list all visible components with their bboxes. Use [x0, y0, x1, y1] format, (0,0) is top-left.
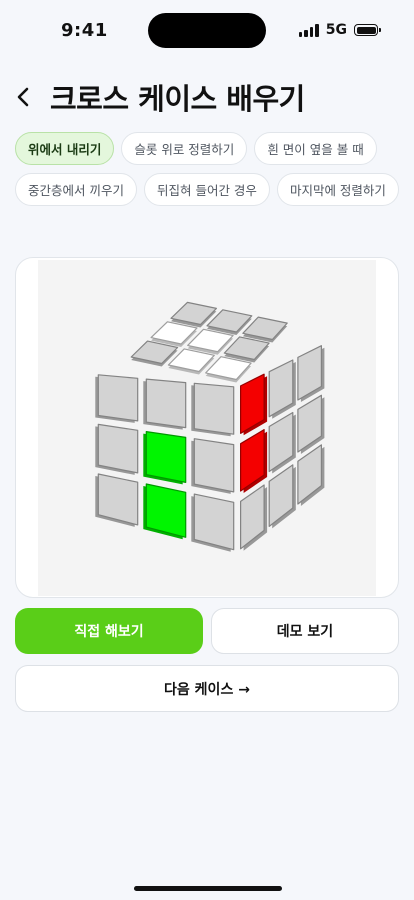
home-indicator [134, 886, 282, 891]
cube-sticker-right-gray [268, 411, 294, 473]
header: 크로스 케이스 배우기 [16, 76, 305, 118]
status-bar: 9:41 5G [0, 0, 414, 62]
network-label: 5G [325, 22, 347, 38]
page-title: 크로스 케이스 배우기 [50, 82, 305, 116]
signal-icon [298, 23, 319, 37]
chip-final-align[interactable]: 마지막에 정렬하기 [276, 173, 399, 206]
chip-align-slot[interactable]: 슬롯 위로 정렬하기 [121, 132, 248, 165]
cube-sticker-right-gray [240, 484, 265, 550]
chip-flipped[interactable]: 뒤집혀 들어간 경우 [143, 173, 270, 206]
cube-card [15, 257, 399, 598]
cube-sticker-right-red [240, 429, 265, 492]
cube-sticker-left-gray [97, 374, 139, 422]
try-it-button[interactable]: 직접 해보기 [15, 608, 203, 654]
chevron-left-icon [17, 87, 29, 107]
cube-sticker-left-gray [145, 378, 187, 429]
battery-icon [354, 24, 381, 36]
cube-sticker-right-gray [297, 444, 322, 505]
cube-sticker-left-gray [193, 493, 235, 551]
cube-sticker-left-gray [193, 438, 235, 493]
rubiks-cube[interactable] [38, 260, 376, 596]
cube-sticker-left-green [145, 431, 187, 483]
back-button[interactable] [16, 77, 38, 117]
next-case-button[interactable]: 다음 케이스 → [15, 665, 399, 712]
cube-sticker-right-gray [268, 464, 294, 527]
cube-sticker-left-gray [97, 423, 139, 474]
chip-middle-insert[interactable]: 중간층에서 끼우기 [15, 173, 137, 206]
case-chip-list: 위에서 내리기 슬롯 위로 정렬하기 흰 면이 옆을 볼 때 중간층에서 끼우기… [15, 132, 399, 206]
cube-sticker-right-gray [297, 394, 322, 453]
demo-button[interactable]: 데모 보기 [211, 608, 399, 654]
status-time: 9:41 [61, 20, 108, 41]
chip-from-top[interactable]: 위에서 내리기 [15, 132, 115, 165]
cube-viewer[interactable] [38, 260, 376, 596]
chip-white-side[interactable]: 흰 면이 옆을 볼 때 [254, 132, 377, 165]
status-icons: 5G [298, 22, 381, 38]
dynamic-island [148, 13, 266, 48]
cube-sticker-left-gray [193, 382, 235, 435]
